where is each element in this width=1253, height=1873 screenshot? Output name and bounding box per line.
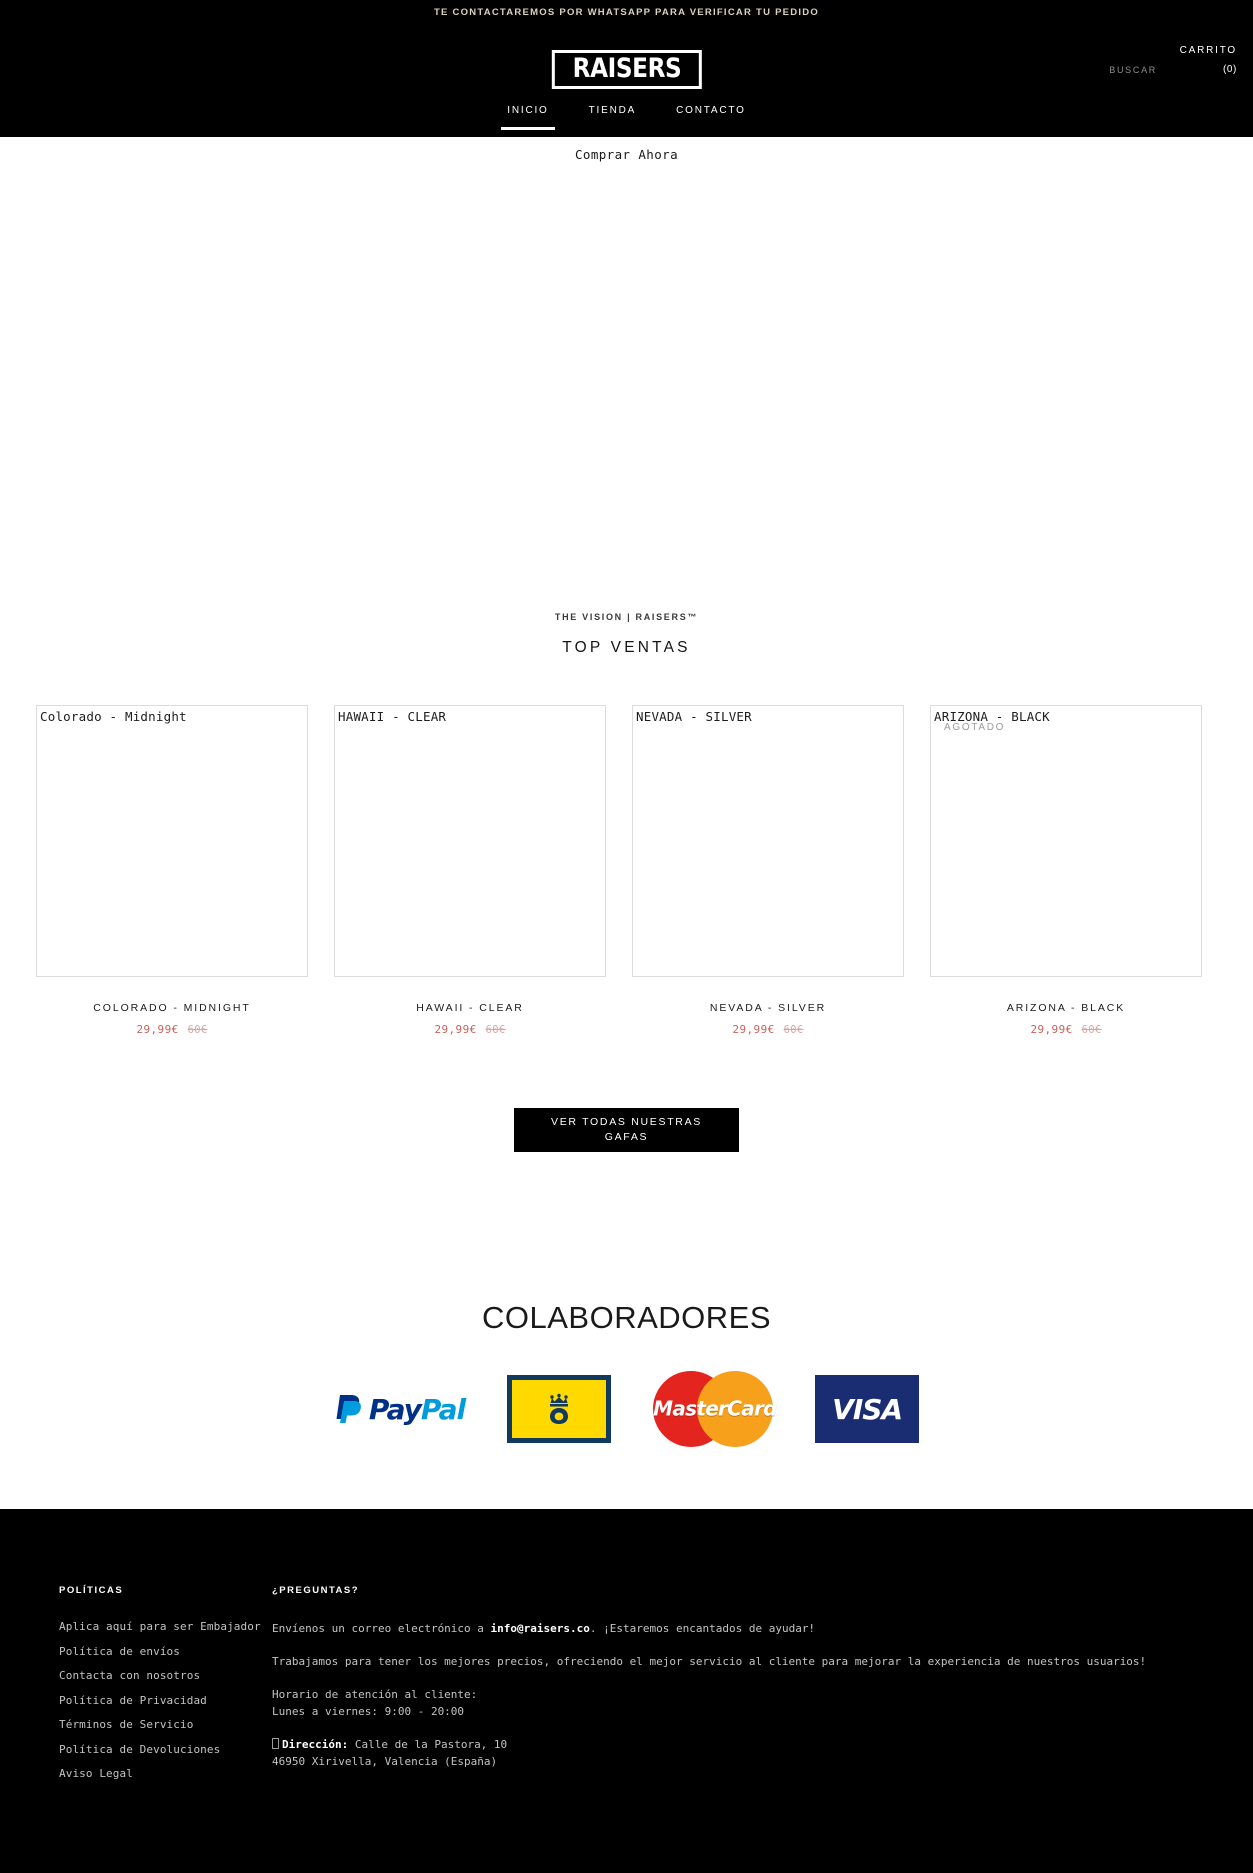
product-image-placeholder[interactable]: Colorado - Midnight — [36, 705, 308, 977]
footer-address-line-1: Dirección: Calle de la Pastora, 10 — [272, 1736, 1235, 1753]
mastercard-icon: MasterCard — [653, 1371, 777, 1447]
footer-hours-value: Lunes a viernes: 9:00 - 20:00 — [272, 1705, 465, 1718]
footer-link-devoluciones[interactable]: Política de Devoluciones — [59, 1743, 272, 1756]
footer-email-intro: Envíenos un correo electrónico a — [272, 1622, 491, 1635]
hero-section: Comprar Ahora — [0, 137, 1253, 507]
footer-policies-heading: POLÍTICAS — [59, 1585, 124, 1596]
product-original-price: 60€ — [187, 1024, 208, 1036]
footer-questions-heading: ¿PREGUNTAS? — [272, 1585, 360, 1596]
header-utilities-row: BUSCAR (0) — [1017, 64, 1237, 75]
product-sale-price: 29,99€ — [136, 1023, 179, 1036]
mastercard-wordmark: MasterCard — [653, 1396, 777, 1421]
footer-link-privacidad[interactable]: Política de Privacidad — [59, 1694, 272, 1707]
paypal-word-pal: Pal — [420, 1392, 466, 1426]
product-card[interactable]: ARIZONA - BLACK AGOTADO ARIZONA - BLACK … — [930, 705, 1202, 1036]
paypal-mark-icon — [334, 1391, 364, 1427]
product-card[interactable]: Colorado - Midnight COLORADO - MIDNIGHT … — [36, 705, 308, 1036]
product-info: NEVADA - SILVER 29,99€ 60€ — [632, 1002, 904, 1036]
footer-link-terminos[interactable]: Términos de Servicio — [59, 1718, 272, 1731]
collaborators-title: COLABORADORES — [481, 1300, 771, 1335]
section-eyebrow: THE VISION | RAISERS™ — [554, 612, 699, 622]
footer-address-label: Dirección: — [282, 1738, 349, 1751]
product-name: NEVADA - SILVER — [709, 1002, 827, 1014]
nav-item-inicio[interactable]: INICIO — [501, 105, 556, 130]
cart-label[interactable]: CARRITO — [1017, 45, 1237, 56]
site-header: RAISERS CARRITO BUSCAR (0) INICIO TIENDA… — [0, 25, 1253, 137]
product-prices: 29,99€ 60€ — [632, 1023, 904, 1036]
product-original-price: 60€ — [783, 1024, 804, 1036]
search-button[interactable]: BUSCAR — [1109, 65, 1157, 75]
product-prices: 29,99€ 60€ — [36, 1023, 308, 1036]
product-info: COLORADO - MIDNIGHT 29,99€ 60€ — [36, 1002, 308, 1036]
product-image-placeholder[interactable]: ARIZONA - BLACK AGOTADO — [930, 705, 1202, 977]
correos-icon — [507, 1375, 612, 1443]
paypal-word-pay: Pay — [368, 1392, 422, 1426]
page-root: TE CONTACTAREMOS POR WHATSAPP PARA VERIF… — [0, 0, 1253, 1873]
footer-column-questions: ¿PREGUNTAS? Envíenos un correo electróni… — [272, 1585, 1253, 1813]
cta-container: VER TODAS NUESTRAS GAFAS — [0, 1108, 1253, 1152]
product-original-price: 60€ — [485, 1024, 506, 1036]
product-name: COLORADO - MIDNIGHT — [93, 1002, 251, 1014]
product-image-alt-text: Colorado - Midnight — [40, 709, 187, 724]
product-name: HAWAII - CLEAR — [416, 1002, 524, 1014]
cta-line-2: GAFAS — [604, 1131, 649, 1143]
product-sale-price: 29,99€ — [434, 1023, 477, 1036]
footer-hours-paragraph: Horario de atención al cliente: Lunes a … — [272, 1686, 1235, 1720]
product-card[interactable]: HAWAII - CLEAR HAWAII - CLEAR 29,99€ 60€ — [334, 705, 606, 1036]
buy-now-button[interactable]: Comprar Ahora — [575, 147, 678, 162]
footer-email-paragraph: Envíenos un correo electrónico a info@ra… — [272, 1620, 1235, 1637]
footer-link-aviso-legal[interactable]: Aviso Legal — [59, 1767, 272, 1780]
product-info: ARIZONA - BLACK 29,99€ 60€ — [930, 1002, 1202, 1036]
correos-crown-horn-icon — [550, 1393, 569, 1424]
top-sales-section: THE VISION | RAISERS™ TOP VENTAS Colorad… — [0, 507, 1253, 1152]
product-image-alt-text: HAWAII - CLEAR — [338, 709, 447, 724]
nav-item-contacto[interactable]: CONTACTO — [670, 105, 752, 130]
visa-wordmark: VISA — [832, 1392, 903, 1426]
location-pin-icon — [272, 1738, 279, 1749]
collaborators-section: COLABORADORES PayPal MasterCard VISA — [0, 1300, 1253, 1447]
product-original-price: 60€ — [1081, 1024, 1102, 1036]
footer-address-line-2: 46950 Xirivella, Valencia (España) — [272, 1755, 498, 1768]
product-info: HAWAII - CLEAR 29,99€ 60€ — [334, 1002, 606, 1036]
footer-link-envios[interactable]: Política de envíos — [59, 1645, 272, 1658]
product-prices: 29,99€ 60€ — [334, 1023, 606, 1036]
footer-address-street: Calle de la Pastora, 10 — [348, 1738, 508, 1751]
section-title: TOP VENTAS — [562, 639, 691, 656]
footer-column-policies: POLÍTICAS Aplica aquí para ser Embajador… — [0, 1585, 272, 1813]
product-sale-price: 29,99€ — [732, 1023, 775, 1036]
header-utilities: CARRITO BUSCAR (0) — [1017, 45, 1237, 75]
visa-icon: VISA — [815, 1375, 920, 1443]
product-image-placeholder[interactable]: NEVADA - SILVER — [632, 705, 904, 977]
footer-email-address[interactable]: info@raisers.co — [491, 1622, 590, 1635]
status-badge-sold-out: AGOTADO — [944, 722, 1006, 733]
footer-hours-label: Horario de atención al cliente: — [272, 1688, 478, 1701]
logo-box: RAISERS — [551, 50, 702, 90]
main-navigation: INICIO TIENDA CONTACTO — [0, 105, 1253, 137]
cart-count[interactable]: (0) — [1215, 64, 1237, 75]
product-card[interactable]: NEVADA - SILVER NEVADA - SILVER 29,99€ 6… — [632, 705, 904, 1036]
footer-link-embajador[interactable]: Aplica aquí para ser Embajador — [59, 1620, 272, 1633]
announcement-text: TE CONTACTAREMOS POR WHATSAPP PARA VERIF… — [433, 7, 820, 18]
collaborators-logos: PayPal MasterCard VISA — [0, 1371, 1253, 1447]
product-image-alt-text: NEVADA - SILVER — [636, 709, 752, 724]
nav-item-tienda[interactable]: TIENDA — [583, 105, 642, 130]
product-grid: Colorado - Midnight COLORADO - MIDNIGHT … — [0, 705, 1253, 1036]
paypal-wordmark: PayPal — [368, 1392, 466, 1426]
logo[interactable]: RAISERS — [551, 50, 702, 90]
announcement-bar: TE CONTACTAREMOS POR WHATSAPP PARA VERIF… — [0, 0, 1253, 25]
footer-link-contacto[interactable]: Contacta con nosotros — [59, 1669, 272, 1682]
product-prices: 29,99€ 60€ — [930, 1023, 1202, 1036]
site-footer: POLÍTICAS Aplica aquí para ser Embajador… — [0, 1509, 1253, 1873]
product-name: ARIZONA - BLACK — [1006, 1002, 1126, 1014]
paypal-icon: PayPal — [334, 1388, 466, 1430]
product-image-placeholder[interactable]: HAWAII - CLEAR — [334, 705, 606, 977]
footer-mission-paragraph: Trabajamos para tener los mejores precio… — [272, 1655, 1147, 1668]
product-sale-price: 29,99€ — [1030, 1023, 1073, 1036]
view-all-glasses-button[interactable]: VER TODAS NUESTRAS GAFAS — [514, 1108, 739, 1152]
cta-line-1: VER TODAS NUESTRAS — [551, 1116, 702, 1128]
footer-email-outro: . ¡Estaremos encantados de ayudar! — [589, 1622, 816, 1635]
footer-address-paragraph: Dirección: Calle de la Pastora, 10 46950… — [272, 1736, 1235, 1770]
logo-text: RAISERS — [572, 53, 681, 84]
